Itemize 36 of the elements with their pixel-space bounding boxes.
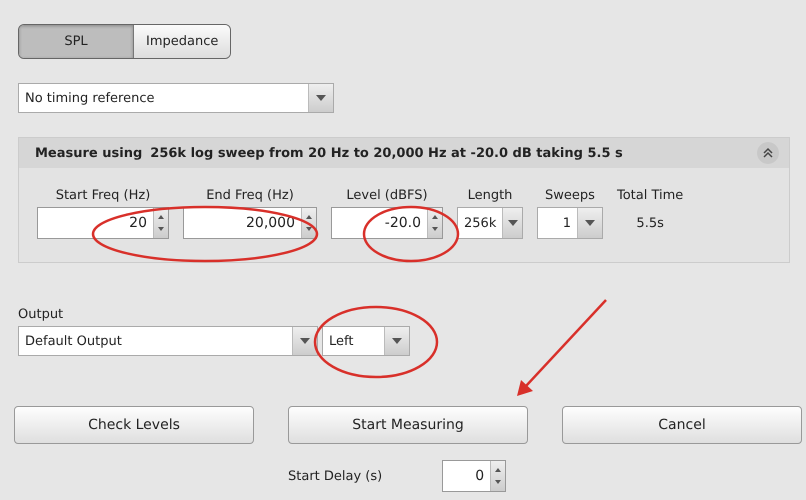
action-button[interactable]: Cancel — [562, 406, 802, 444]
number-spinner[interactable]: 0 — [442, 460, 506, 492]
caret-icon — [308, 84, 333, 112]
action-button[interactable]: Start Measuring — [288, 406, 528, 444]
stepper-icon — [301, 208, 316, 238]
double-chevron-up-icon — [762, 147, 774, 159]
collapse-button[interactable] — [757, 142, 779, 164]
dropdown[interactable]: 1 — [537, 207, 603, 239]
caret-icon — [502, 208, 522, 238]
field-label: Start Freq (Hz) — [56, 188, 150, 203]
stepper-icon — [153, 208, 168, 238]
mode-tab[interactable]: SPL — [19, 25, 133, 58]
caret-icon — [384, 327, 409, 355]
output-channel-dropdown[interactable]: Left — [322, 326, 410, 356]
field-label: Level (dBFS) — [346, 188, 428, 203]
start-delay-label: Start Delay (s) — [288, 468, 382, 484]
output-device-dropdown[interactable]: Default Output — [18, 326, 318, 356]
dropdown[interactable]: 256k — [457, 207, 523, 239]
timing-reference-dropdown[interactable]: No timing reference — [18, 83, 334, 113]
field-label: Sweeps — [545, 188, 595, 203]
mode-tab[interactable]: Impedance — [133, 25, 230, 58]
number-spinner[interactable]: 20 — [37, 207, 169, 239]
number-spinner[interactable]: -20.0 — [331, 207, 443, 239]
field-label: Length — [468, 188, 512, 203]
output-label: Output — [18, 307, 64, 322]
caret-icon — [577, 208, 602, 238]
panel-title: Measure using — [35, 146, 142, 160]
field-label: End Freq (Hz) — [206, 188, 294, 203]
number-spinner[interactable]: 20,000 — [183, 207, 317, 239]
sweep-summary: 256k log sweep from 20 Hz to 20,000 Hz at -20.0 dB taking 5.5 s — [150, 146, 624, 160]
action-button[interactable]: Check Levels — [14, 406, 254, 444]
field-label: Total Time — [617, 188, 684, 203]
total-time-value: 5.5s — [636, 214, 664, 232]
stepper-icon — [427, 208, 442, 238]
caret-icon — [292, 327, 317, 355]
stepper-icon — [490, 461, 506, 491]
